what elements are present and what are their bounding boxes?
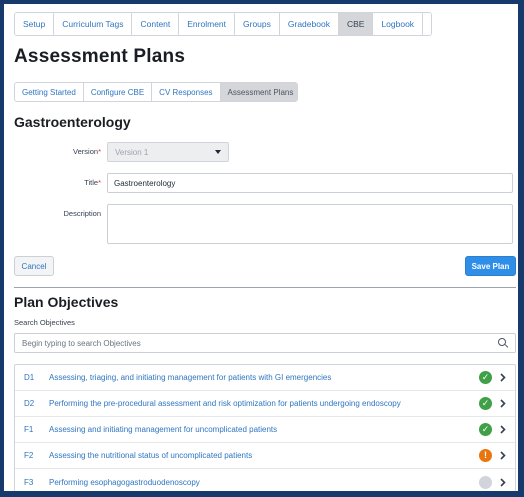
search-objectives-input[interactable]: Begin typing to search Objectives bbox=[14, 333, 516, 353]
pending-circle-icon bbox=[479, 475, 492, 489]
version-select[interactable]: Version 1 bbox=[107, 142, 229, 162]
cbe-subnav-tabs: Getting Started Configure CBE CV Respons… bbox=[14, 82, 298, 102]
title-label-text: Title bbox=[84, 178, 99, 187]
objective-title-link[interactable]: Assessing the nutritional status of unco… bbox=[49, 451, 479, 460]
chevron-right-icon[interactable] bbox=[497, 477, 509, 487]
tab-gradebook[interactable]: Gradebook bbox=[279, 13, 339, 35]
page-title: Assessment Plans bbox=[14, 46, 186, 67]
objective-code: D2 bbox=[24, 399, 35, 408]
subtab-configure-cbe[interactable]: Configure CBE bbox=[84, 83, 153, 101]
chevron-right-icon[interactable] bbox=[497, 451, 509, 460]
description-label: Description bbox=[63, 209, 101, 218]
list-item[interactable]: F2 Assessing the nutritional status of u… bbox=[15, 443, 515, 469]
chevron-right-icon[interactable] bbox=[497, 425, 509, 434]
tab-curriculum-tags[interactable]: Curriculum Tags bbox=[54, 13, 133, 35]
required-mark: * bbox=[98, 147, 101, 156]
tab-cbe[interactable]: CBE bbox=[338, 13, 374, 35]
plan-heading: Gastroenterology bbox=[14, 114, 131, 130]
chevron-right-icon[interactable] bbox=[497, 399, 509, 408]
course-nav-tabs: Setup Curriculum Tags Content Enrolment … bbox=[14, 12, 432, 36]
objective-code: D1 bbox=[24, 373, 35, 382]
check-circle-icon: ✓ bbox=[479, 371, 492, 384]
list-item[interactable]: D2 Performing the pre-procedural assessm… bbox=[15, 391, 515, 417]
objective-title-link[interactable]: Performing the pre-procedural assessment… bbox=[49, 399, 479, 408]
version-label: Version* bbox=[14, 142, 107, 156]
save-plan-button[interactable]: Save Plan bbox=[465, 256, 516, 276]
tab-content[interactable]: Content bbox=[132, 13, 180, 35]
subtab-getting-started[interactable]: Getting Started bbox=[15, 83, 84, 101]
objectives-heading: Plan Objectives bbox=[14, 294, 119, 310]
list-item[interactable]: F3 Performing esophagogastroduodenoscopy bbox=[15, 469, 515, 491]
list-item[interactable]: D1 Assessing, triaging, and initiating m… bbox=[15, 365, 515, 391]
objective-title-link[interactable]: Assessing, triaging, and initiating mana… bbox=[49, 373, 479, 382]
version-select-value: Version 1 bbox=[115, 147, 149, 157]
title-label: Title* bbox=[14, 173, 107, 187]
tab-enrolment[interactable]: Enrolment bbox=[179, 13, 236, 35]
version-row: Version* Version 1 bbox=[14, 142, 516, 162]
chevron-right-icon[interactable] bbox=[497, 373, 509, 382]
objective-title-link[interactable]: Assessing and initiating management for … bbox=[49, 425, 479, 434]
objective-code: F2 bbox=[24, 451, 34, 460]
version-label-text: Version bbox=[73, 147, 99, 156]
objective-code: F3 bbox=[24, 477, 34, 487]
objective-code: F1 bbox=[24, 425, 34, 434]
title-row: Title* Gastroenterology bbox=[14, 173, 516, 193]
cancel-button[interactable]: Cancel bbox=[14, 256, 54, 276]
check-circle-icon: ✓ bbox=[479, 423, 492, 436]
subtab-assessment-plans[interactable]: Assessment Plans bbox=[220, 83, 297, 101]
list-item[interactable]: F1 Assessing and initiating management f… bbox=[15, 417, 515, 443]
tab-setup[interactable]: Setup bbox=[15, 13, 55, 35]
subtab-cv-responses[interactable]: CV Responses bbox=[152, 83, 221, 101]
section-divider bbox=[14, 287, 516, 288]
form-actions: Cancel Save Plan bbox=[14, 256, 516, 276]
objective-title-link[interactable]: Performing esophagogastroduodenoscopy bbox=[49, 478, 479, 487]
search-objectives-label: Search Objectives bbox=[14, 318, 75, 327]
description-textarea[interactable] bbox=[107, 204, 513, 244]
search-icon[interactable] bbox=[498, 338, 508, 348]
caret-down-icon bbox=[215, 150, 221, 154]
objectives-list: D1 Assessing, triaging, and initiating m… bbox=[14, 364, 516, 491]
tab-logbook[interactable]: Logbook bbox=[373, 13, 424, 35]
warning-circle-icon: ! bbox=[479, 449, 492, 462]
main-content: Setup Curriculum Tags Content Enrolment … bbox=[14, 12, 516, 491]
app-frame: Setup Curriculum Tags Content Enrolment … bbox=[0, 0, 524, 497]
required-mark: * bbox=[98, 178, 101, 187]
check-circle-icon: ✓ bbox=[479, 397, 492, 410]
search-placeholder: Begin typing to search Objectives bbox=[22, 338, 141, 348]
tab-reports[interactable]: Reports bbox=[423, 13, 431, 35]
description-row: Description bbox=[14, 204, 516, 244]
title-input[interactable]: Gastroenterology bbox=[107, 173, 513, 193]
tab-groups[interactable]: Groups bbox=[235, 13, 280, 35]
